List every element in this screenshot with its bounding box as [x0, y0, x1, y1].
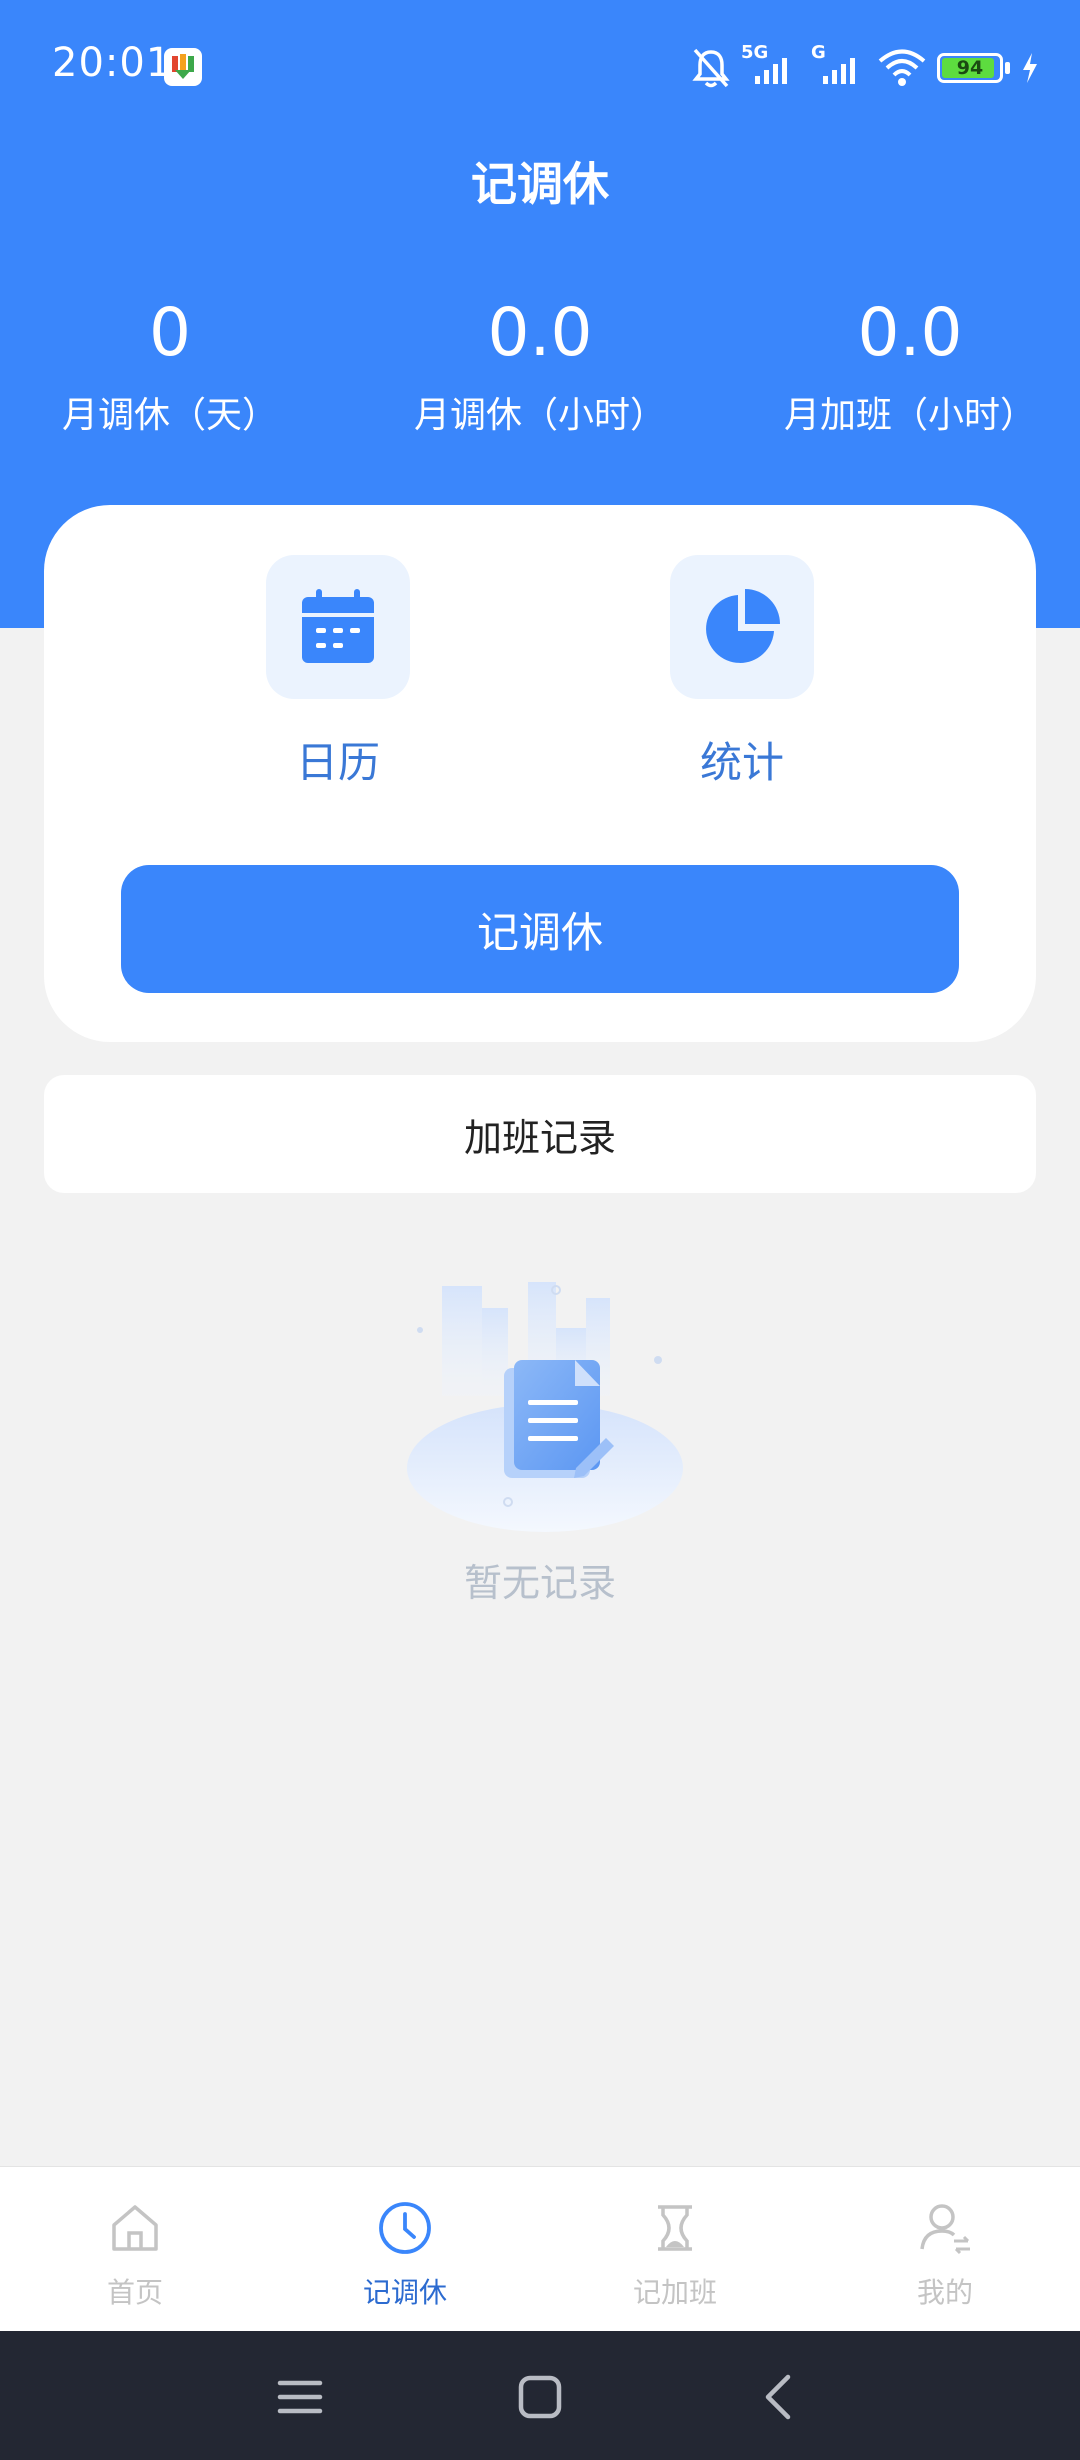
statistics-label: 统计: [699, 738, 784, 787]
nav-label-record-leave: 记调休: [362, 2276, 447, 2309]
pie-chart-icon: [706, 589, 780, 663]
charging-icon: [1023, 53, 1037, 83]
clock-icon: [379, 2202, 431, 2254]
battery-percent: 94: [956, 57, 984, 79]
menu-icon[interactable]: [272, 2369, 328, 2425]
signal-icon: 5G: [741, 42, 801, 90]
nav-label-home: 首页: [106, 2276, 163, 2309]
nav-item-home[interactable]: 首页: [0, 2167, 270, 2332]
app-icon: [164, 48, 202, 86]
nav-label-record-overtime: 记加班: [632, 2276, 717, 2309]
stat-label: 月调休（天）: [61, 395, 278, 436]
nav-item-profile[interactable]: 我的: [810, 2167, 1080, 2332]
overtime-records-header[interactable]: 加班记录: [44, 1075, 1036, 1193]
battery-icon: 94: [937, 53, 1003, 83]
stat-monthly-leave-days: 0 月调休（天）: [0, 290, 340, 438]
status-bar: 20:01 5G G 94: [0, 0, 1080, 135]
stat-monthly-overtime-hours: 0.0 月加班（小时）: [740, 290, 1080, 438]
stat-value: 0.0: [857, 294, 963, 371]
stat-value: 0: [149, 294, 191, 371]
calendar-button[interactable]: 日历: [238, 555, 438, 790]
status-time: 20:01: [52, 40, 173, 86]
mute-bell-icon: [692, 48, 730, 88]
record-leave-button[interactable]: 记调休: [121, 865, 959, 993]
statistics-button[interactable]: 统计: [642, 555, 842, 790]
stat-label: 月加班（小时）: [783, 395, 1036, 436]
empty-document-illustration: [400, 1268, 690, 1538]
statistics-icon-box: [670, 555, 814, 699]
bottom-nav: 首页 记调休 记加班 我的: [0, 2166, 1080, 2331]
home-square-icon[interactable]: [512, 2369, 568, 2425]
wifi-icon: [878, 49, 926, 86]
system-nav-bar: [0, 2331, 1080, 2460]
home-icon: [112, 2205, 158, 2251]
main-card: 日历 统计 记调休: [44, 505, 1036, 1042]
nav-item-record-leave[interactable]: 记调休: [270, 2167, 540, 2332]
status-icons: 5G G 94: [691, 42, 1040, 92]
calendar-icon-box: [266, 555, 410, 699]
calendar-label: 日历: [295, 738, 380, 787]
signal-icon: G: [811, 42, 867, 90]
stat-label: 月调休（小时）: [413, 395, 666, 436]
stat-monthly-leave-hours: 0.0 月调休（小时）: [370, 290, 710, 438]
stat-value: 0.0: [487, 294, 593, 371]
calendar-icon: [302, 589, 374, 663]
nav-label-profile: 我的: [916, 2276, 973, 2309]
nav-item-record-overtime[interactable]: 记加班: [540, 2167, 810, 2332]
battery-nub: [1005, 62, 1010, 74]
empty-state-text: 暂无记录: [463, 1561, 616, 1605]
hourglass-icon: [658, 2205, 692, 2251]
back-icon[interactable]: [752, 2369, 808, 2425]
user-icon: [920, 2204, 970, 2255]
page-title: 记调休: [471, 157, 609, 211]
